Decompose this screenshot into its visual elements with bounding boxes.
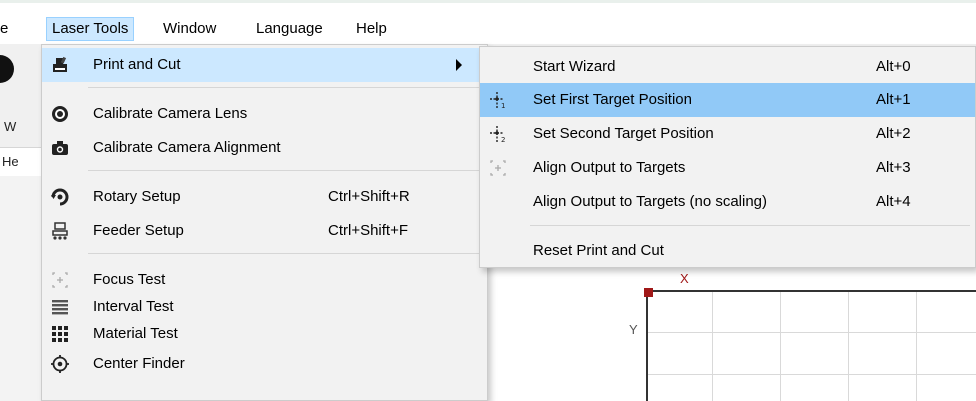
focus-test-icon	[50, 270, 70, 290]
first-target-icon: 1	[488, 90, 508, 110]
menu-item-align-output[interactable]: Align Output to Targets Alt+3	[480, 151, 975, 185]
menu-item-center-finder[interactable]: Center Finder	[42, 347, 487, 381]
tool-strip	[0, 176, 42, 401]
toolbar-fragment-w: W	[4, 119, 17, 134]
canvas-grid	[646, 290, 976, 401]
menu-item-rotary-setup[interactable]: Rotary Setup Ctrl+Shift+R	[42, 180, 487, 214]
menu-separator	[88, 170, 484, 171]
align-targets-icon	[488, 158, 508, 178]
shortcut: Alt+0	[876, 58, 911, 75]
submenu-arrow-icon	[456, 59, 462, 71]
shortcut: Ctrl+Shift+R	[328, 188, 410, 205]
camera-lens-icon	[50, 104, 70, 124]
menu-bar: e Laser Tools Window Language Help	[0, 14, 976, 42]
origin-marker	[644, 288, 653, 297]
menu-item-calibrate-camera-alignment[interactable]: Calibrate Camera Alignment	[42, 131, 487, 165]
shortcut: Alt+2	[876, 125, 911, 142]
menu-language[interactable]: Language	[256, 18, 323, 40]
menu-file[interactable]: e	[0, 18, 8, 40]
menu-separator	[88, 253, 484, 254]
print-and-cut-submenu: Start Wizard Alt+0 1 Set First Target Po…	[479, 46, 976, 268]
menu-item-reset-print-and-cut[interactable]: Reset Print and Cut	[480, 234, 975, 268]
menu-item-align-output-no-scaling[interactable]: Align Output to Targets (no scaling) Alt…	[480, 185, 975, 219]
shortcut: Alt+4	[876, 193, 911, 210]
menu-separator	[88, 87, 484, 88]
x-axis-label: X	[680, 271, 689, 286]
menu-item-start-wizard[interactable]: Start Wizard Alt+0	[480, 50, 975, 84]
shortcut: Alt+1	[876, 91, 911, 108]
shortcut: Alt+3	[876, 159, 911, 176]
print-cut-icon	[50, 55, 70, 75]
rotary-icon	[50, 187, 70, 207]
camera-icon	[50, 138, 70, 158]
svg-text:1: 1	[501, 102, 505, 110]
menu-window[interactable]: Window	[163, 18, 216, 40]
second-target-icon: 2	[488, 124, 508, 144]
laser-tools-menu: Print and Cut Calibrate Camera Lens Cali…	[41, 44, 488, 401]
menu-laser-tools[interactable]: Laser Tools	[46, 17, 135, 41]
menu-item-set-second-target[interactable]: 2 Set Second Target Position Alt+2	[480, 117, 975, 151]
shortcut: Ctrl+Shift+F	[328, 222, 409, 239]
center-finder-icon	[50, 354, 70, 374]
menu-item-feeder-setup[interactable]: Feeder Setup Ctrl+Shift+F	[42, 214, 487, 248]
interval-test-icon	[50, 297, 70, 317]
menu-item-material-test[interactable]: Material Test	[42, 317, 487, 351]
menu-help[interactable]: Help	[356, 18, 387, 40]
svg-text:2: 2	[501, 136, 505, 144]
toolbar-fragment-he: He	[2, 154, 19, 169]
menu-item-calibrate-camera-lens[interactable]: Calibrate Camera Lens	[42, 97, 487, 131]
y-axis-label: Y	[629, 322, 638, 337]
window-top-edge	[0, 0, 976, 3]
menu-separator	[530, 225, 970, 226]
feeder-icon	[50, 221, 70, 241]
menu-item-set-first-target[interactable]: 1 Set First Target Position Alt+1	[480, 83, 975, 117]
material-test-icon	[50, 324, 70, 344]
menu-item-print-and-cut[interactable]: Print and Cut	[42, 48, 487, 82]
